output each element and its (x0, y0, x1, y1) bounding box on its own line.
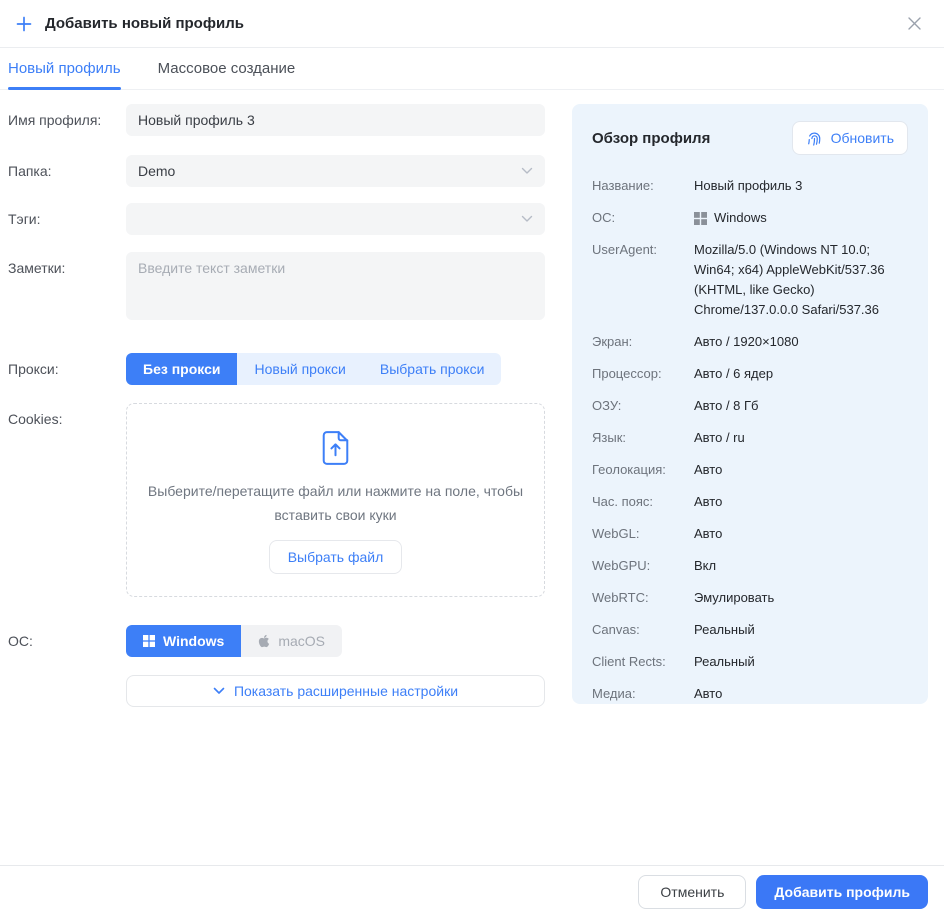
show-advanced-settings-button[interactable]: Показать расширенные настройки (126, 675, 545, 707)
tags-label: Тэги: (8, 203, 126, 235)
choose-file-button[interactable]: Выбрать файл (269, 540, 403, 574)
dialog-title: Добавить новый профиль (45, 15, 244, 32)
overview-row-ram: ОЗУ: Авто / 8 Гб (592, 396, 908, 416)
close-icon[interactable] (903, 12, 926, 35)
overview-row-screen: Экран: Авто / 1920×1080 (592, 332, 908, 352)
cookies-dropzone[interactable]: Выберите/перетащите файл или нажмите на … (126, 403, 545, 597)
os-option-windows[interactable]: Windows (126, 625, 241, 657)
refresh-fingerprint-button[interactable]: Обновить (792, 121, 908, 155)
notes-row: Заметки: (8, 252, 545, 325)
refresh-button-label: Обновить (831, 130, 894, 146)
overview-row-language: Язык: Авто / ru (592, 428, 908, 448)
proxy-option-no-proxy[interactable]: Без прокси (126, 353, 237, 385)
profile-form: Имя профиля: Папка: Demo Тэги: (8, 104, 545, 707)
overview-row-webrtc: WebRTC: Эмулировать (592, 588, 908, 608)
overview-row-canvas: Canvas: Реальный (592, 620, 908, 640)
overview-row-timezone: Час. пояс: Авто (592, 492, 908, 512)
overview-row-os: ОС: Windows (592, 208, 908, 228)
folder-label: Папка: (8, 155, 126, 187)
dialog-body: Имя профиля: Папка: Demo Тэги: (0, 90, 944, 707)
overview-row-cpu: Процессор: Авто / 6 ядер (592, 364, 908, 384)
proxy-option-new-proxy[interactable]: Новый прокси (237, 353, 362, 385)
folder-row: Папка: Demo (8, 155, 545, 187)
apple-icon (258, 634, 270, 648)
cookies-label: Cookies: (8, 403, 126, 597)
tabs-bar: Новый профиль Массовое создание (0, 48, 944, 90)
profile-name-row: Имя профиля: (8, 104, 545, 136)
chevron-down-icon (213, 687, 225, 695)
proxy-segmented-control: Без прокси Новый прокси Выбрать прокси (126, 353, 501, 385)
windows-icon (694, 212, 707, 225)
advanced-settings-row: Показать расширенные настройки (8, 675, 545, 707)
notes-label: Заметки: (8, 252, 126, 325)
tags-row: Тэги: (8, 203, 545, 235)
profile-overview-panel: Обзор профиля Обновить Название: (572, 104, 928, 704)
tab-bulk-create[interactable]: Массовое создание (158, 48, 296, 89)
fingerprint-icon (806, 130, 823, 147)
overview-row-name: Название: Новый профиль 3 (592, 176, 908, 196)
overview-header: Обзор профиля Обновить (592, 121, 908, 155)
folder-select[interactable]: Demo (126, 155, 545, 187)
profile-name-input[interactable] (126, 104, 545, 136)
overview-row-client-rects: Client Rects: Реальный (592, 652, 908, 672)
file-upload-icon (321, 430, 350, 466)
chevron-down-icon (521, 167, 533, 175)
overview-row-media: Медиа: Авто (592, 684, 908, 704)
proxy-row: Прокси: Без прокси Новый прокси Выбрать … (8, 353, 545, 385)
chevron-down-icon (521, 215, 533, 223)
plus-icon (16, 16, 32, 32)
overview-row-geolocation: Геолокация: Авто (592, 460, 908, 480)
add-profile-button[interactable]: Добавить профиль (756, 875, 928, 909)
os-segmented-control: Windows macOS (126, 625, 342, 657)
os-label: ОС: (8, 625, 126, 657)
overview-row-useragent: UserAgent: Mozilla/5.0 (Windows NT 10.0;… (592, 240, 908, 320)
proxy-option-select-proxy[interactable]: Выбрать прокси (363, 353, 502, 385)
os-option-macos[interactable]: macOS (241, 625, 342, 657)
overview-title: Обзор профиля (592, 130, 710, 147)
dialog-header: Добавить новый профиль (0, 0, 944, 48)
add-profile-dialog: Добавить новый профиль Новый профиль Мас… (0, 0, 944, 917)
tab-new-profile[interactable]: Новый профиль (8, 48, 121, 89)
os-option-windows-label: Windows (163, 633, 224, 649)
folder-select-value: Demo (138, 163, 175, 179)
windows-icon (143, 635, 155, 647)
dropzone-hint: Выберите/перетащите файл или нажмите на … (147, 479, 524, 527)
os-row: ОС: Windows macOS (8, 625, 545, 657)
cookies-row: Cookies: Выберите/перетащите файл или на… (8, 403, 545, 597)
advanced-settings-label: Показать расширенные настройки (234, 683, 458, 699)
cancel-button[interactable]: Отменить (638, 875, 746, 909)
tags-select[interactable] (126, 203, 545, 235)
os-option-macos-label: macOS (278, 633, 325, 649)
notes-textarea[interactable] (126, 252, 545, 320)
profile-name-label: Имя профиля: (8, 104, 126, 136)
overview-row-webgpu: WebGPU: Вкл (592, 556, 908, 576)
overview-row-webgl: WebGL: Авто (592, 524, 908, 544)
dialog-footer: Отменить Добавить профиль (0, 865, 944, 917)
proxy-label: Прокси: (8, 353, 126, 385)
